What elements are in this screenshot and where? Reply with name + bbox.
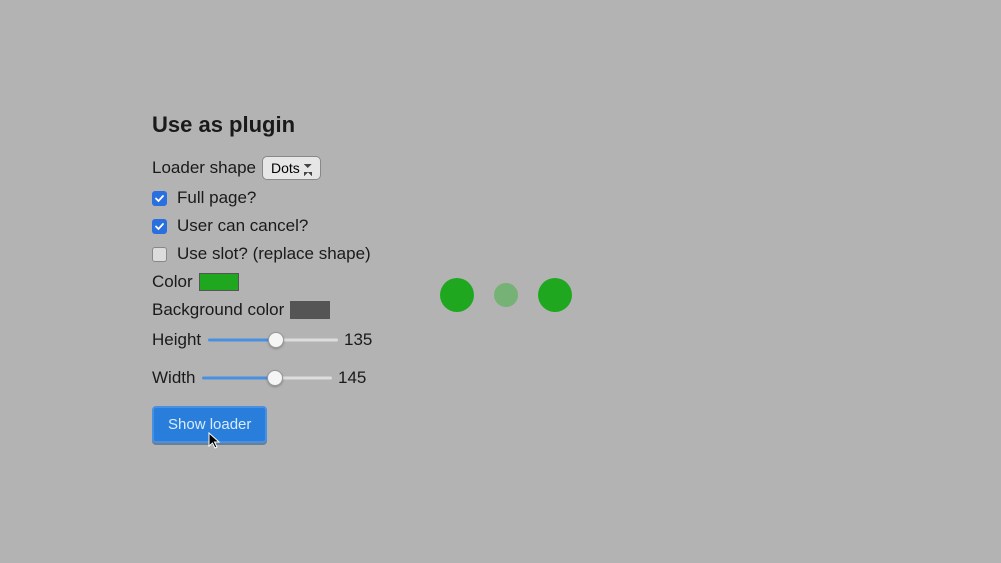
width-label: Width bbox=[152, 368, 196, 388]
width-value: 145 bbox=[338, 368, 368, 388]
fullpage-label: Full page? bbox=[177, 188, 256, 208]
bg-label: Background color bbox=[152, 300, 284, 320]
loader-dot-3 bbox=[538, 278, 572, 312]
slot-label: Use slot? (replace shape) bbox=[177, 244, 371, 264]
loader-preview bbox=[440, 278, 572, 312]
width-slider[interactable] bbox=[202, 370, 332, 386]
color-label: Color bbox=[152, 272, 193, 292]
cancel-checkbox[interactable] bbox=[152, 219, 167, 234]
cancel-row: User can cancel? bbox=[152, 216, 412, 236]
color-row: Color bbox=[152, 272, 412, 292]
height-value: 135 bbox=[344, 330, 374, 350]
fullpage-row: Full page? bbox=[152, 188, 412, 208]
width-row: Width 145 bbox=[152, 368, 412, 388]
slot-row: Use slot? (replace shape) bbox=[152, 244, 412, 264]
cancel-label: User can cancel? bbox=[177, 216, 308, 236]
fullpage-checkbox[interactable] bbox=[152, 191, 167, 206]
color-swatch[interactable] bbox=[199, 273, 239, 291]
loader-dot-2 bbox=[494, 283, 518, 307]
height-slider[interactable] bbox=[208, 332, 338, 348]
shape-select[interactable]: Dots bbox=[262, 156, 321, 180]
shape-row: Loader shape Dots bbox=[152, 156, 412, 180]
slot-checkbox[interactable] bbox=[152, 247, 167, 262]
bg-row: Background color bbox=[152, 300, 412, 320]
shape-label: Loader shape bbox=[152, 158, 256, 178]
settings-panel: Use as plugin Loader shape Dots Full pag… bbox=[152, 112, 412, 443]
panel-title: Use as plugin bbox=[152, 112, 412, 138]
height-row: Height 135 bbox=[152, 330, 412, 350]
loader-dot-1 bbox=[440, 278, 474, 312]
show-loader-button[interactable]: Show loader bbox=[152, 406, 267, 443]
bg-swatch[interactable] bbox=[290, 301, 330, 319]
height-label: Height bbox=[152, 330, 202, 350]
